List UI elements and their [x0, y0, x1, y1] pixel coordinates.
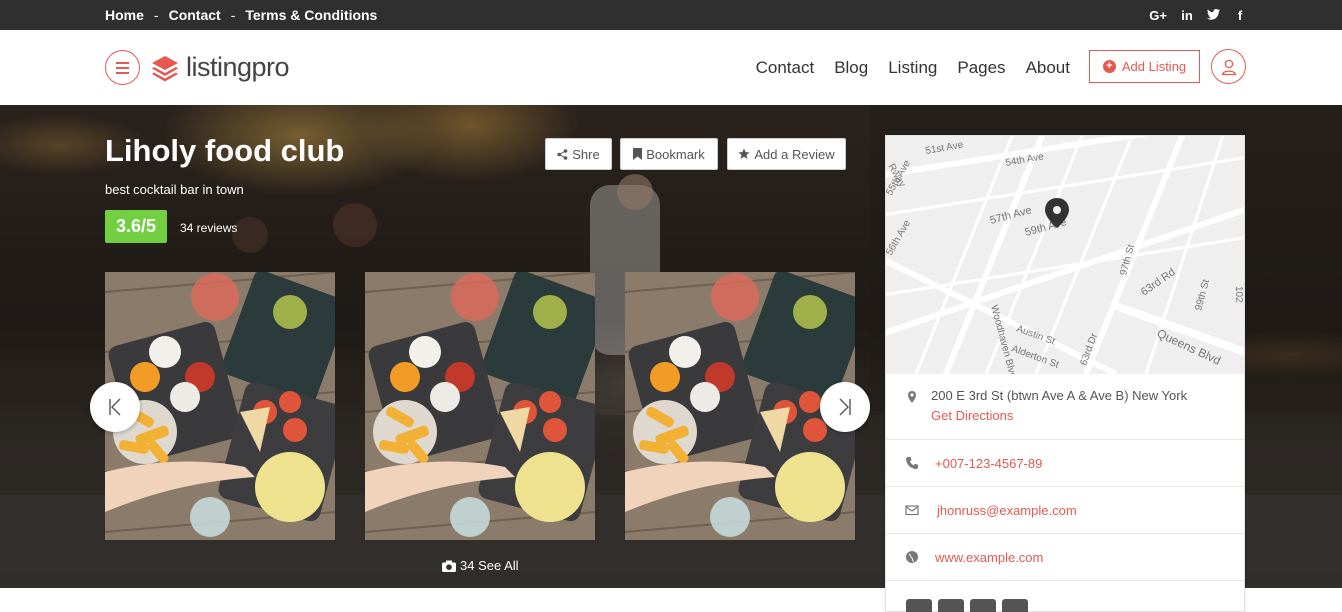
listing-tagline: best cocktail bar in town — [105, 182, 244, 197]
location-map[interactable]: 51st Ave 54th Ave 57th Ave 59th Ave 56th… — [886, 136, 1244, 374]
google-plus-share-icon[interactable] — [938, 599, 964, 612]
top-nav: Home - Contact - Terms & Conditions — [105, 0, 377, 30]
top-nav-terms[interactable]: Terms & Conditions — [245, 7, 377, 23]
nav-item-about[interactable]: About — [1026, 58, 1070, 78]
top-nav-home[interactable]: Home — [105, 7, 144, 23]
menu-line — [116, 72, 129, 74]
menu-line — [116, 67, 129, 69]
tumblr-share-icon[interactable] — [1002, 599, 1028, 612]
nav-item-listing[interactable]: Listing — [888, 58, 937, 78]
phone-row: +007-123-4567-89 — [886, 440, 1244, 487]
share-icon — [557, 148, 568, 160]
previous-arrow-icon — [109, 398, 121, 416]
see-all-photos-link[interactable]: 34 See All — [442, 558, 519, 573]
star-icon — [738, 148, 750, 159]
site-logo[interactable]: listingpro — [150, 50, 290, 85]
gallery-prev-button[interactable] — [90, 382, 140, 432]
menu-line — [116, 62, 129, 64]
top-nav-separator: - — [153, 7, 159, 23]
listing-title: Liholy food club — [105, 133, 345, 168]
email-row: jhonruss@example.com — [886, 487, 1244, 534]
top-bar: Home - Contact - Terms & Conditions G+ i… — [0, 0, 1342, 30]
social-share-row — [906, 599, 1028, 612]
rating-badge: 3.6/5 — [105, 210, 167, 243]
user-account-button[interactable] — [1211, 49, 1246, 84]
email-link[interactable]: jhonruss@example.com — [937, 503, 1077, 518]
share-label: Shre — [572, 146, 600, 162]
logo-text: listingpro — [186, 52, 290, 82]
location-pin-icon — [908, 391, 916, 403]
twitter-share-icon[interactable] — [970, 599, 996, 612]
top-nav-separator: - — [230, 7, 236, 23]
logo-layers-icon — [152, 55, 178, 81]
twitter-icon[interactable] — [1207, 8, 1220, 23]
add-listing-button[interactable]: + Add Listing — [1089, 50, 1200, 83]
user-icon — [1221, 59, 1236, 75]
top-nav-contact[interactable]: Contact — [169, 7, 221, 23]
nav-item-blog[interactable]: Blog — [834, 58, 868, 78]
phone-icon — [906, 457, 918, 469]
listing-info-card: 51st Ave 54th Ave 57th Ave 59th Ave 56th… — [885, 135, 1245, 612]
camera-icon — [442, 560, 456, 572]
reviews-count[interactable]: 34 reviews — [180, 221, 237, 235]
facebook-icon[interactable]: f — [1234, 8, 1246, 23]
facebook-share-icon[interactable] — [906, 599, 932, 612]
linkedin-icon[interactable]: in — [1181, 8, 1193, 23]
add-review-label: Add a Review — [754, 146, 835, 162]
phone-link[interactable]: +007-123-4567-89 — [935, 456, 1042, 471]
nav-item-contact[interactable]: Contact — [756, 58, 815, 78]
bookmark-label: Bookmark — [646, 146, 705, 162]
website-row: www.example.com — [886, 534, 1244, 581]
add-listing-label: Add Listing — [1121, 59, 1187, 74]
svg-text:102: 102 — [1233, 286, 1244, 303]
envelope-icon — [905, 505, 919, 516]
bookmark-icon — [633, 148, 643, 160]
get-directions-link[interactable]: Get Directions — [931, 408, 1013, 423]
website-link[interactable]: www.example.com — [935, 550, 1043, 565]
globe-icon — [906, 551, 918, 563]
next-arrow-icon — [839, 398, 851, 416]
site-header: listingpro Contact Blog Listing Pages Ab… — [0, 30, 1342, 105]
gallery-photo[interactable] — [365, 272, 595, 540]
address-text: 200 E 3rd St (btwn Ave A & Ave B) New Yo… — [931, 388, 1188, 403]
address-row: 200 E 3rd St (btwn Ave A & Ave B) New Yo… — [886, 374, 1244, 440]
bookmark-button[interactable]: Bookmark — [620, 138, 718, 170]
nav-item-pages[interactable]: Pages — [957, 58, 1005, 78]
plus-circle-icon: + — [1102, 60, 1116, 73]
google-plus-icon[interactable]: G+ — [1149, 8, 1167, 23]
main-nav: Contact Blog Listing Pages About — [756, 58, 1070, 78]
see-all-label: 34 See All — [460, 558, 519, 573]
gallery-next-button[interactable] — [820, 382, 870, 432]
social-links: G+ in f — [1149, 0, 1246, 30]
share-button[interactable]: Shre — [545, 138, 612, 170]
hamburger-menu-button[interactable] — [105, 50, 140, 85]
add-review-button[interactable]: Add a Review — [727, 138, 846, 170]
